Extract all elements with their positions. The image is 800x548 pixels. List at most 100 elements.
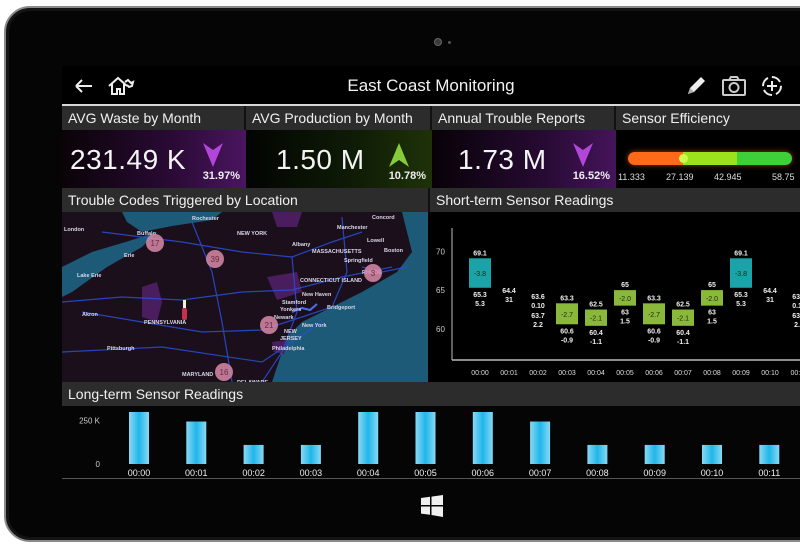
reading-point[interactable]: 62.5 -2.1 60.4 -1.1 <box>672 302 694 346</box>
y-tick-label: 0 <box>96 460 101 469</box>
x-tick-label: 00:05 <box>414 468 437 478</box>
kpi-value: 1.50 M <box>276 144 365 175</box>
trouble-map[interactable]: London Rochester NEW YORK Buffalo Erie L… <box>62 212 428 382</box>
windows-start-button[interactable] <box>421 495 443 517</box>
svg-text:Concord: Concord <box>372 215 395 221</box>
map-cluster[interactable]: 3 <box>364 264 382 282</box>
reading-point[interactable]: 64.4 31 <box>502 288 516 304</box>
svg-text:New York: New York <box>302 323 327 329</box>
bar[interactable] <box>243 444 264 464</box>
bar[interactable] <box>759 444 780 464</box>
short-term-title: Short-term Sensor Readings <box>430 188 800 212</box>
x-tick-label: 00:08 <box>586 468 609 478</box>
x-tick-label: 00:01 <box>500 370 518 377</box>
svg-text:Lowell: Lowell <box>367 238 385 244</box>
bar[interactable] <box>129 412 149 464</box>
app-bar: East Coast Monitoring <box>62 66 800 106</box>
high-label: 64.4 <box>763 288 777 295</box>
kpi-waste-tile[interactable]: 231.49 K 31.97% <box>62 130 246 188</box>
x-tick-label: 00:09 <box>643 468 666 478</box>
change-label: -1.1 <box>590 339 602 346</box>
reading-point[interactable]: 63.6 0.10 63.7 2.2 <box>531 294 545 329</box>
change-label: 1.5 <box>620 319 630 326</box>
cluster-count: 17 <box>151 239 160 248</box>
y-tick-label: 70 <box>436 247 445 256</box>
change-label: 31 <box>505 297 513 304</box>
low-label: 63.7 <box>792 313 800 320</box>
kpi-trouble-title: Annual Trouble Reports <box>432 106 616 130</box>
reading-point[interactable]: 62.5 -2.1 60.4 -1.1 <box>585 302 607 346</box>
bar[interactable] <box>358 412 379 464</box>
map-title: Trouble Codes Triggered by Location <box>62 188 430 212</box>
x-tick-label: 00:01 <box>185 468 208 478</box>
low-label: 60.6 <box>647 328 661 335</box>
x-tick-label: 00:07 <box>674 370 692 377</box>
map-cluster[interactable]: 16 <box>215 363 233 381</box>
bar[interactable] <box>300 444 321 464</box>
svg-text:Bridgeport: Bridgeport <box>327 305 355 311</box>
x-tick-label: 00:00 <box>128 468 151 478</box>
short-term-chart[interactable]: 60 65 70 00:00 69.1 -3.8 65.3 5.3 00:01 64.4 31 00:… <box>430 212 800 382</box>
reading-point[interactable]: 64.4 31 <box>763 288 777 304</box>
high-label: 65 <box>708 282 716 289</box>
chart-baseline <box>62 478 800 479</box>
reading-point[interactable]: 63.3 -2.7 60.6 -0.9 <box>556 295 578 344</box>
map-cluster[interactable]: 17 <box>146 234 164 252</box>
down-arrow-icon <box>573 143 593 167</box>
change-label: 2.2 <box>794 322 800 329</box>
svg-text:NEW: NEW <box>284 329 298 335</box>
map-cluster[interactable]: 39 <box>206 250 224 268</box>
reading-point[interactable]: 63.6 0.10 63.7 2.2 <box>792 294 800 329</box>
kpi-production-title: AVG Production by Month <box>246 106 432 130</box>
bar[interactable] <box>530 421 551 464</box>
long-term-chart-svg: 0 250 K 00:00 00:01 00:02 00:03 00:04 00:05 00:0… <box>79 412 780 478</box>
low-label: 65.3 <box>734 292 748 299</box>
delta-label: -2.7 <box>648 312 660 319</box>
kpi-change: 16.52% <box>572 170 610 182</box>
svg-text:Stamford: Stamford <box>282 300 306 306</box>
long-term-title: Long-term Sensor Readings <box>62 382 800 406</box>
camera-icon <box>722 76 746 96</box>
x-tick-label: 00:11 <box>758 468 780 478</box>
svg-text:Newark: Newark <box>274 315 295 321</box>
delta-label: -2.7 <box>561 312 573 319</box>
gauge-tick-label: 11.333 <box>618 172 645 182</box>
x-tick-label: 00:06 <box>472 468 495 478</box>
reading-point[interactable]: 65 -2.0 63 1.5 <box>614 282 636 326</box>
x-tick-label: 00:03 <box>558 370 576 377</box>
bar[interactable] <box>587 444 608 464</box>
kpi-production-tile[interactable]: 1.50 M 10.78% <box>246 130 432 188</box>
dashboard-screen: East Coast Monitoring AVG Waste by Month… <box>62 66 800 479</box>
bar[interactable] <box>702 444 722 464</box>
x-tick-label: 00:05 <box>616 370 634 377</box>
edit-button[interactable] <box>684 75 708 97</box>
x-tick-label: 00:02 <box>529 370 547 377</box>
thermometer-icon[interactable] <box>182 300 187 320</box>
bar[interactable] <box>644 444 665 464</box>
delta-label: -2.1 <box>677 316 689 323</box>
change-label: 1.5 <box>707 319 717 326</box>
change-label: -0.9 <box>561 337 573 344</box>
kpi-value: 231.49 K <box>70 144 187 175</box>
mid-label: 0.10 <box>531 303 545 310</box>
kpi-waste-title: AVG Waste by Month <box>62 106 246 130</box>
front-camera <box>434 38 442 46</box>
svg-text:CONNECTICUT ISLAND: CONNECTICUT ISLAND <box>300 278 362 284</box>
reading-point[interactable]: 69.1 -3.8 65.3 5.3 <box>469 250 491 308</box>
kpi-trouble-tile[interactable]: 1.73 M 16.52% <box>432 130 616 188</box>
gauge-tick-label: 27.139 <box>666 172 694 182</box>
reading-point[interactable]: 69.1 -3.8 65.3 5.3 <box>730 250 752 308</box>
bar[interactable] <box>186 421 207 464</box>
add-button[interactable] <box>760 75 784 97</box>
reading-point[interactable]: 63.3 -2.7 60.6 -0.9 <box>643 295 665 344</box>
snapshot-button[interactable] <box>722 75 746 97</box>
reading-point[interactable]: 65 -2.0 63 1.5 <box>701 282 723 326</box>
bar[interactable] <box>472 412 493 464</box>
bar[interactable] <box>415 412 436 464</box>
long-term-chart[interactable]: 0 250 K 00:00 00:01 00:02 00:03 00:04 00:05 00:0… <box>62 406 800 479</box>
map-cluster[interactable]: 21 <box>260 316 278 334</box>
svg-text:Philadelphia: Philadelphia <box>272 346 305 352</box>
svg-text:PENNSYLVANIA: PENNSYLVANIA <box>144 320 186 326</box>
x-tick-label: 00:04 <box>357 468 380 478</box>
y-tick-label: 250 K <box>79 417 101 426</box>
